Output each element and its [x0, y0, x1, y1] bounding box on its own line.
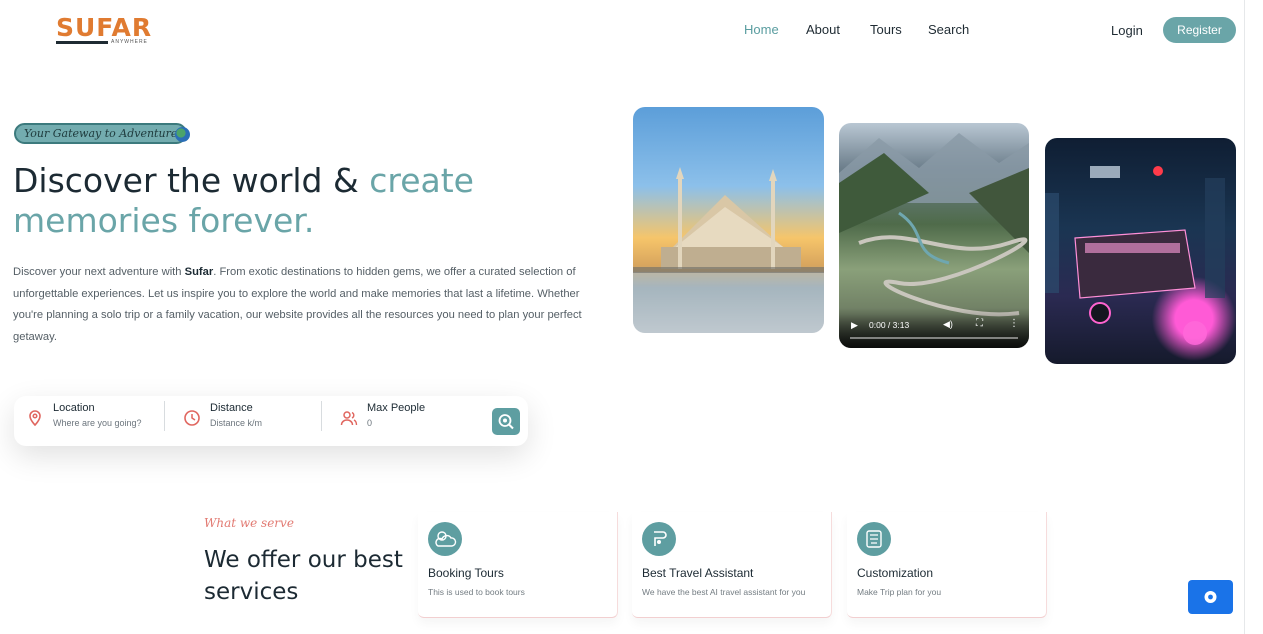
video-time: 0:00 / 3:13: [869, 320, 910, 330]
search-button[interactable]: [492, 408, 520, 435]
register-button[interactable]: Register: [1163, 17, 1236, 43]
logo-underline: [56, 41, 108, 44]
chat-assistant-button[interactable]: [1188, 580, 1233, 614]
service-desc: We have the best AI travel assistant for…: [642, 587, 806, 597]
weather-icon: [428, 522, 462, 556]
nav-about[interactable]: About: [806, 22, 840, 37]
location-label: Location: [53, 402, 95, 414]
distance-label: Distance: [210, 402, 253, 414]
service-title: Booking Tours: [428, 566, 504, 580]
services-tag: What we serve: [204, 516, 294, 530]
brand-logo[interactable]: SUFAR ANYWHERE: [56, 15, 156, 47]
rickshaw-illustration: [1045, 166, 1225, 345]
volume-icon[interactable]: ◀): [943, 319, 953, 330]
headline-main: Discover the world &: [13, 161, 370, 200]
intro-brand: Sufar: [184, 266, 214, 278]
nav-home[interactable]: Home: [744, 22, 779, 37]
play-icon[interactable]: ▶: [851, 320, 858, 331]
hero-badge: Your Gateway to Adventure: [14, 123, 188, 144]
mosque-illustration: [633, 167, 824, 333]
customize-icon: [857, 522, 891, 556]
scrollbar-edge: [1244, 0, 1245, 634]
hero-intro: Discover your next adventure with Sufar.…: [13, 262, 603, 348]
valley-video[interactable]: ▶ 0:00 / 3:13 ◀) ⛶ ⋮: [839, 123, 1029, 348]
chat-icon: [1204, 591, 1217, 603]
search-divider: [164, 401, 165, 431]
brand-tagline: ANYWHERE: [111, 39, 148, 45]
location-field[interactable]: Location: [26, 402, 166, 438]
service-card-customization[interactable]: Customization Make Trip plan for you: [847, 512, 1047, 618]
nav-tours[interactable]: Tours: [870, 22, 902, 37]
search-icon: [498, 414, 514, 430]
search-card: Location Distance Max People: [14, 396, 528, 446]
hero-headline: Discover the world & create memories for…: [13, 161, 613, 241]
nav-search[interactable]: Search: [928, 22, 969, 37]
people-icon: [340, 411, 358, 426]
distance-field[interactable]: Distance: [183, 402, 323, 438]
video-controls: ▶ 0:00 / 3:13 ◀) ⛶ ⋮: [839, 308, 1029, 348]
max-people-field[interactable]: Max People: [340, 402, 480, 438]
location-input[interactable]: [53, 418, 163, 428]
service-title: Customization: [857, 566, 934, 580]
location-pin-icon: [29, 410, 41, 427]
service-desc: This is used to book tours: [428, 587, 525, 597]
clock-icon: [184, 410, 200, 426]
mosque-photo: [633, 107, 824, 333]
fullscreen-icon[interactable]: ⛶: [976, 318, 983, 329]
services-title: We offer our best services: [204, 547, 403, 605]
max-people-label: Max People: [367, 402, 426, 414]
assistant-icon: [642, 522, 676, 556]
video-progress-track[interactable]: [850, 337, 1018, 339]
search-divider: [321, 401, 322, 431]
max-people-input[interactable]: [367, 418, 477, 428]
service-title: Best Travel Assistant: [642, 566, 754, 580]
login-link[interactable]: Login: [1111, 23, 1143, 38]
service-desc: Make Trip plan for you: [857, 587, 942, 597]
more-options-icon[interactable]: ⋮: [1009, 318, 1019, 329]
brand-name: SUFAR: [56, 13, 153, 42]
service-card-assistant[interactable]: Best Travel Assistant We have the best A…: [632, 512, 832, 618]
distance-input[interactable]: [210, 418, 320, 428]
service-card-booking[interactable]: Booking Tours This is used to book tours: [418, 512, 618, 618]
globe-icon: [175, 127, 190, 142]
intro-before: Discover your next adventure with: [13, 266, 185, 278]
night-street-photo: [1045, 138, 1236, 364]
